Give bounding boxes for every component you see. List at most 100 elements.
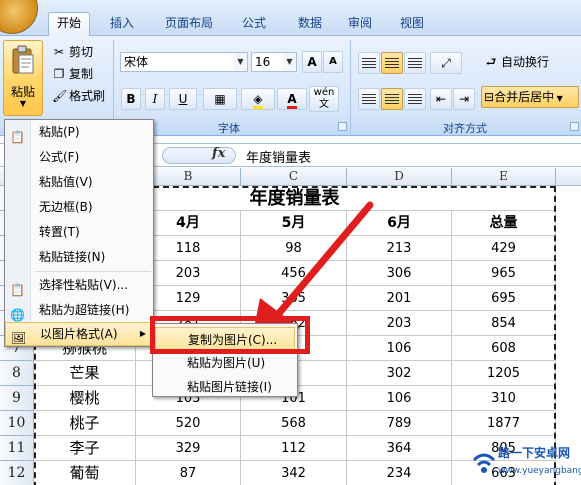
phonetic-button[interactable]: wén 文 <box>309 86 339 112</box>
table-cell[interactable]: 302 <box>347 361 452 386</box>
menu-item-label: 无边框(B) <box>39 200 93 214</box>
menu-item-label: 以图片格式(A) <box>40 327 118 341</box>
table-cell[interactable]: 樱桃 <box>34 386 136 411</box>
formula-input[interactable]: 年度销量表 <box>246 147 311 166</box>
menu-item-formulas[interactable]: 公式(F) <box>5 145 153 170</box>
tab-view[interactable]: 视图 <box>390 13 434 35</box>
table-cell[interactable]: 106 <box>347 386 452 411</box>
tab-home[interactable]: 开始 <box>48 12 90 36</box>
table-cell[interactable]: 1205 <box>452 361 556 386</box>
office-button[interactable] <box>0 0 38 34</box>
font-name-select[interactable]: 宋体 ▼ <box>120 52 248 72</box>
font-color-button[interactable]: A <box>277 88 307 110</box>
menu-item-paste-values[interactable]: 粘贴值(V) <box>5 170 153 195</box>
table-cell[interactable]: 1877 <box>452 411 556 436</box>
font-size-select[interactable]: 16 ▼ <box>251 52 297 72</box>
shrink-font-button[interactable]: A <box>323 51 343 73</box>
menu-item-no-borders[interactable]: 无边框(B) <box>5 195 153 220</box>
table-header-cell[interactable]: 总量 <box>452 211 556 236</box>
paste-button[interactable]: 粘贴 ▼ <box>3 40 43 116</box>
wrap-text-label: 自动换行 <box>501 55 550 69</box>
fill-color-button[interactable]: ◈ <box>241 88 275 110</box>
table-cell[interactable]: 李子 <box>34 436 136 461</box>
tab-formulas[interactable]: 公式 <box>232 13 276 35</box>
row-header[interactable]: 11 <box>0 436 34 461</box>
tab-review[interactable]: 审阅 <box>338 13 382 35</box>
align-middle-icon <box>385 57 399 70</box>
font-dialog-launcher-icon[interactable] <box>338 122 347 131</box>
menu-item-label: 粘贴值(V) <box>39 175 93 189</box>
row-header[interactable]: 8 <box>0 361 34 386</box>
menu-item-as-picture[interactable]: 🖼 以图片格式(A) ▶ <box>5 322 153 346</box>
table-cell[interactable]: 608 <box>452 336 556 361</box>
table-cell[interactable]: 234 <box>347 461 452 485</box>
align-center-icon <box>385 93 399 106</box>
table-cell[interactable]: 789 <box>347 411 452 436</box>
row-header[interactable]: 12 <box>0 461 34 485</box>
increase-indent-button[interactable]: ⇥ <box>453 88 475 110</box>
menu-item-transpose[interactable]: 转置(T) <box>5 220 153 245</box>
tab-insert[interactable]: 插入 <box>100 13 144 35</box>
grow-font-button[interactable]: A <box>302 51 322 73</box>
menu-item-paste-as-picture[interactable]: 粘贴为图片(U) <box>155 351 295 375</box>
bold-button[interactable]: B <box>121 88 141 110</box>
table-cell[interactable]: 87 <box>136 461 241 485</box>
brush-icon: 🖌 <box>52 89 68 103</box>
table-cell[interactable]: 965 <box>452 261 556 286</box>
fx-icon[interactable]: fx <box>212 146 225 161</box>
menu-item-paste-hyperlink[interactable]: 🌐 粘贴为超链接(H) <box>5 298 153 323</box>
menu-item-paste-picture-link[interactable]: 粘贴图片链接(I) <box>155 375 295 399</box>
wrap-text-button[interactable]: ⮐ 自动换行 <box>484 52 549 72</box>
clipboard-icon <box>12 45 34 74</box>
column-header-e[interactable]: E <box>452 168 556 186</box>
table-cell[interactable]: 568 <box>241 411 347 436</box>
row-header[interactable]: 10 <box>0 411 34 436</box>
menu-item-paste-special[interactable]: 📋 选择性粘贴(V)... <box>5 273 153 298</box>
align-bottom-button[interactable] <box>404 52 426 74</box>
table-cell[interactable]: 桃子 <box>34 411 136 436</box>
table-cell[interactable]: 695 <box>452 286 556 311</box>
chevron-down-icon: ▼ <box>283 53 296 71</box>
wifi-logo-icon <box>472 453 496 473</box>
table-cell[interactable]: 342 <box>241 461 347 485</box>
copy-button[interactable]: ❐ 复制 <box>52 64 93 84</box>
table-cell[interactable]: 芒果 <box>34 361 136 386</box>
table-cell[interactable]: 429 <box>452 236 556 261</box>
table-cell[interactable]: 854 <box>452 311 556 336</box>
table-cell[interactable]: 310 <box>452 386 556 411</box>
alignment-dialog-launcher-icon[interactable] <box>570 122 579 131</box>
cut-button[interactable]: ✂ 剪切 <box>52 42 93 62</box>
menu-item-label: 粘贴为超链接(H) <box>39 303 130 317</box>
decrease-indent-button[interactable]: ⇤ <box>430 88 452 110</box>
tab-page-layout[interactable]: 页面布局 <box>154 13 224 35</box>
align-top-button[interactable] <box>358 52 380 74</box>
font-color-icon: A <box>287 92 297 109</box>
menu-item-paste-link[interactable]: 粘贴链接(N) <box>5 245 153 270</box>
orientation-button[interactable]: ⤢ <box>430 52 462 74</box>
tab-data[interactable]: 数据 <box>288 13 332 35</box>
align-center-button[interactable] <box>381 88 403 110</box>
column-header-d[interactable]: D <box>347 168 452 186</box>
column-header-c[interactable]: C <box>241 168 347 186</box>
merge-center-button[interactable]: ⊟合并后居中 ▼ <box>481 86 579 108</box>
align-middle-button[interactable] <box>381 52 403 74</box>
paste-dropdown-menu: 📋 粘贴(P) 公式(F) 粘贴值(V) 无边框(B) 转置(T) 粘贴链接(N)… <box>4 119 154 347</box>
copy-icon: ❐ <box>53 67 65 81</box>
column-header-f[interactable] <box>556 168 581 186</box>
table-cell[interactable]: 364 <box>347 436 452 461</box>
row-header[interactable]: 9 <box>0 386 34 411</box>
table-cell[interactable]: 520 <box>136 411 241 436</box>
border-button[interactable]: ▦ <box>203 88 237 110</box>
menu-item-label: 粘贴(P) <box>39 125 80 139</box>
align-left-button[interactable] <box>358 88 380 110</box>
align-right-button[interactable] <box>404 88 426 110</box>
format-painter-button[interactable]: 🖌 格式刷 <box>52 86 105 106</box>
table-cell[interactable]: 112 <box>241 436 347 461</box>
table-cell[interactable]: 329 <box>136 436 241 461</box>
table-cell[interactable]: 葡萄 <box>34 461 136 485</box>
menu-item-label: 转置(T) <box>39 225 80 239</box>
underline-button[interactable]: U <box>169 88 197 110</box>
italic-button[interactable]: I <box>145 88 165 110</box>
phonetic-icon: 文 <box>319 99 329 110</box>
menu-item-paste[interactable]: 📋 粘贴(P) <box>5 120 153 145</box>
